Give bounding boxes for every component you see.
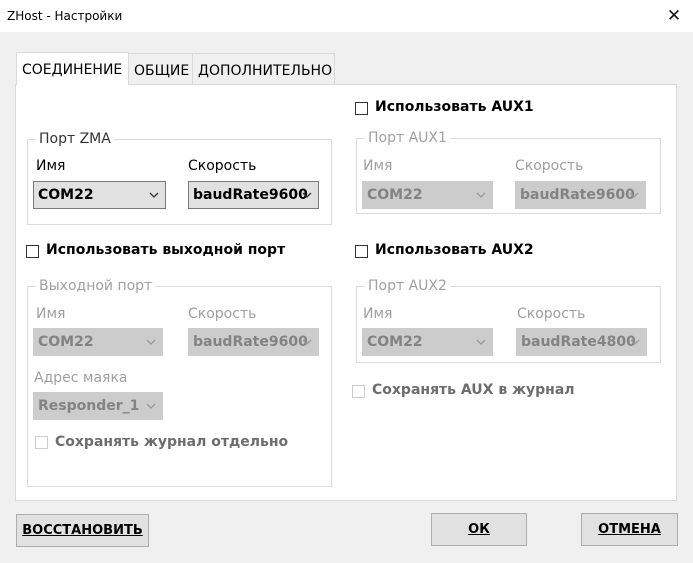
window-title: ZHost - Настройки	[7, 9, 123, 23]
output-name-label: Имя	[36, 306, 66, 322]
zma-name-select[interactable]: COM22	[33, 181, 166, 209]
chevron-down-icon	[302, 192, 312, 198]
title-bar: ZHost - Настройки ✕	[0, 0, 693, 32]
use-aux1-checkbox[interactable]	[355, 102, 368, 115]
chevron-down-icon	[146, 403, 156, 409]
zma-speed-select[interactable]: baudRate9600	[188, 181, 319, 209]
use-aux2-label: Использовать AUX2	[375, 242, 534, 258]
chevron-down-icon	[629, 192, 639, 198]
chevron-down-icon	[476, 339, 486, 345]
aux1-name-select[interactable]: COM22	[362, 181, 493, 209]
beacon-address-select[interactable]: Responder_1	[33, 392, 163, 420]
tab-panel-connection: Порт ZMA Имя COM22 Скорость baudRate9600…	[15, 84, 677, 501]
use-output-port-label: Использовать выходной порт	[46, 242, 286, 258]
output-speed-select[interactable]: baudRate9600	[188, 328, 319, 356]
aux1-name-label: Имя	[363, 158, 393, 174]
output-name-select[interactable]: COM22	[33, 328, 163, 356]
ok-button[interactable]: ОК	[431, 513, 527, 546]
chevron-down-icon	[149, 192, 159, 198]
output-speed-label: Скорость	[188, 306, 257, 322]
aux2-speed-label: Скорость	[517, 306, 586, 322]
output-port-title: Выходной порт	[36, 278, 156, 294]
use-output-port-checkbox[interactable]	[26, 245, 39, 258]
chevron-down-icon	[146, 339, 156, 345]
save-aux-label: Сохранять AUX в журнал	[372, 382, 575, 398]
use-aux1-label: Использовать AUX1	[375, 99, 534, 115]
aux1-speed-label: Скорость	[515, 158, 584, 174]
cancel-button[interactable]: ОТМЕНА	[581, 513, 678, 546]
aux1-port-title: Порт AUX1	[365, 130, 450, 146]
chevron-down-icon	[630, 339, 640, 345]
zma-name-label: Имя	[36, 158, 66, 174]
chevron-down-icon	[476, 192, 486, 198]
tab-general[interactable]: ОБЩИЕ	[128, 53, 193, 85]
chevron-down-icon	[302, 339, 312, 345]
aux2-port-title: Порт AUX2	[365, 278, 450, 294]
use-aux2-checkbox[interactable]	[355, 245, 368, 258]
output-port-group: Выходной порт	[27, 278, 332, 487]
zma-speed-label: Скорость	[188, 158, 257, 174]
aux2-name-label: Имя	[363, 306, 393, 322]
tab-connection[interactable]: СОЕДИНЕНИЕ	[16, 52, 129, 85]
aux2-name-select[interactable]: COM22	[362, 328, 493, 356]
aux1-speed-select[interactable]: baudRate9600	[515, 181, 646, 209]
save-log-separately-checkbox[interactable]	[35, 436, 48, 449]
save-aux-checkbox[interactable]	[352, 385, 365, 398]
beacon-address-label: Адрес маяка	[34, 370, 128, 386]
zma-port-title: Порт ZMA	[36, 131, 114, 147]
restore-button[interactable]: ВОССТАНОВИТЬ	[16, 514, 149, 547]
save-log-separately-label: Сохранять журнал отдельно	[55, 434, 289, 450]
close-icon[interactable]: ✕	[663, 5, 685, 27]
tab-advanced[interactable]: ДОПОЛНИТЕЛЬНО	[192, 53, 335, 85]
aux2-speed-select[interactable]: baudRate4800	[516, 328, 647, 356]
